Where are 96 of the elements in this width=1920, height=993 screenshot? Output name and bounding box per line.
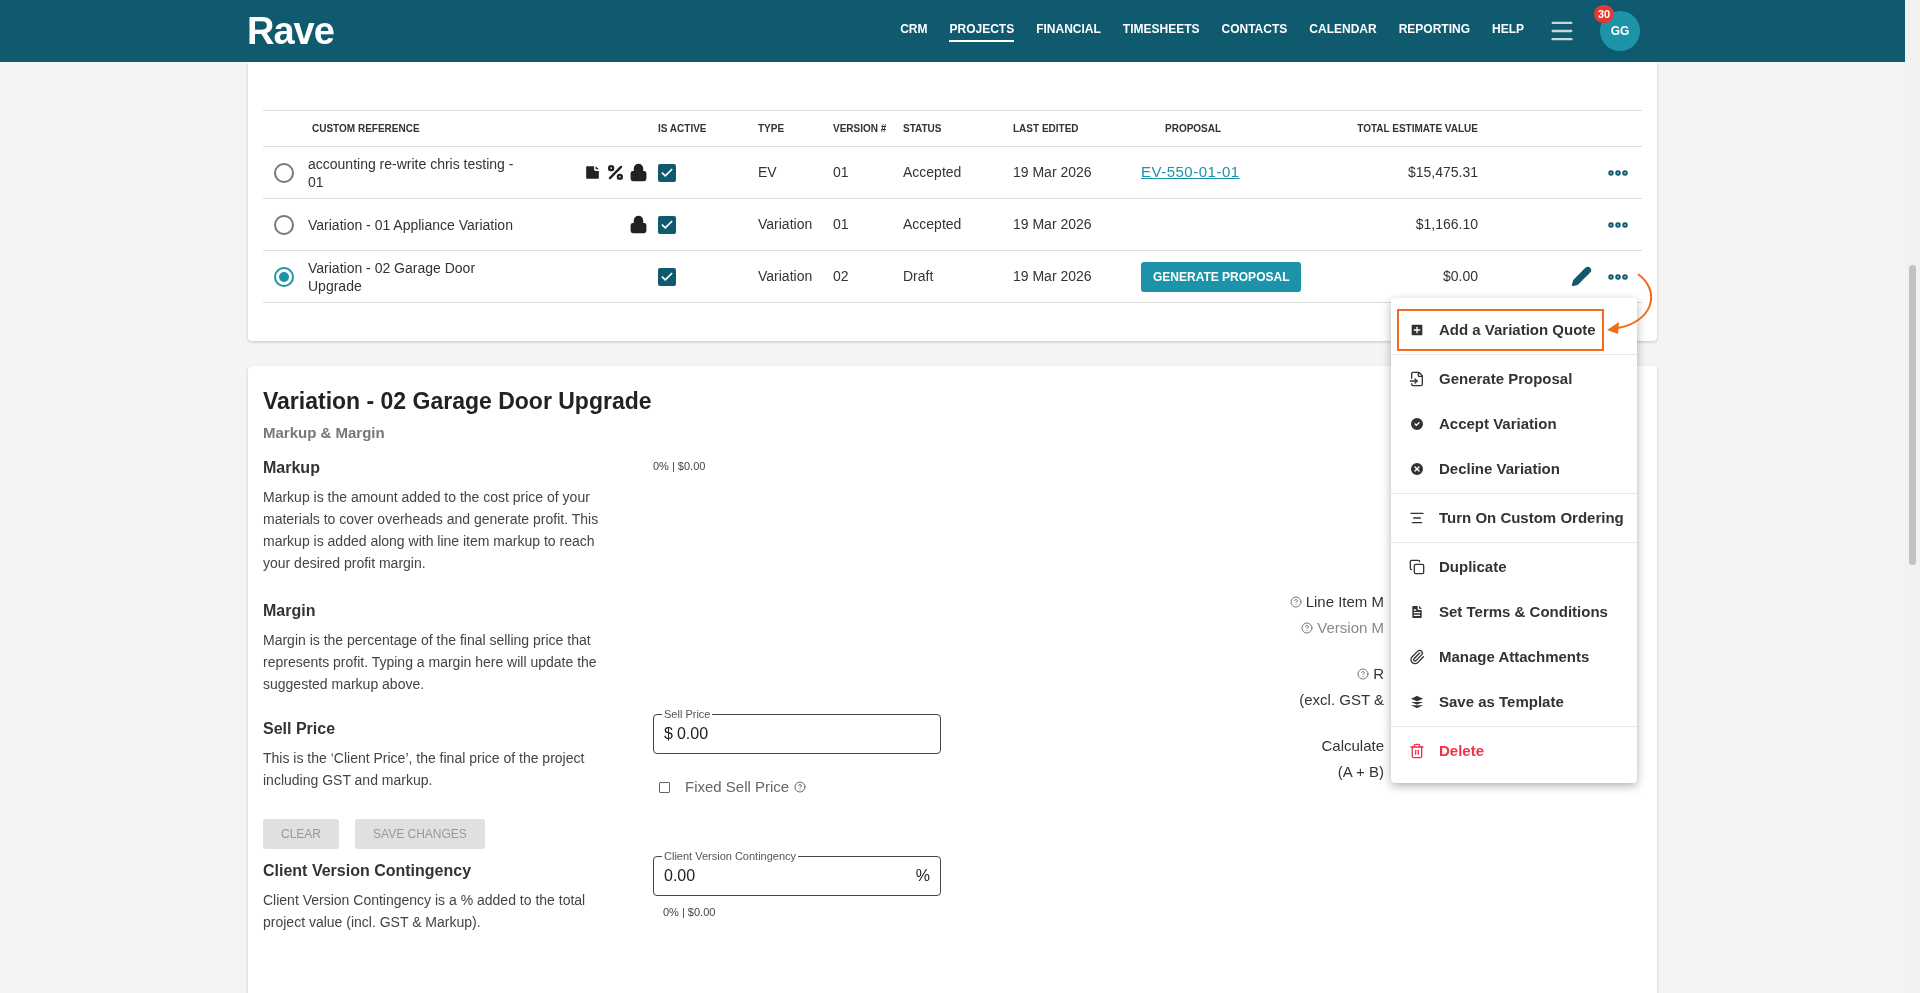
document-icon <box>1409 604 1425 620</box>
menu-item[interactable]: Decline Variation <box>1397 448 1568 490</box>
column-header: STATUS <box>903 122 943 136</box>
date-text: 19 Mar 2026 <box>1013 163 1093 182</box>
status-text: Accepted <box>903 163 963 182</box>
summary-label: Line Item M <box>1305 591 1384 612</box>
version-text: 01 <box>833 163 850 182</box>
panel-subtitle: Markup & Margin <box>263 422 386 443</box>
plus-square-icon <box>1409 322 1425 338</box>
check-circle-icon <box>1409 416 1425 432</box>
help-icon[interactable] <box>1289 596 1302 608</box>
menu-item[interactable]: Generate Proposal <box>1397 358 1581 400</box>
lines-icon <box>1409 510 1425 526</box>
version-text: 02 <box>833 267 850 286</box>
help-icon[interactable] <box>1301 622 1314 634</box>
trash-icon <box>1409 743 1425 759</box>
x-circle-icon <box>1409 461 1425 477</box>
nav-link[interactable]: CALENDAR <box>1309 20 1377 42</box>
section-description: This is the ‘Client Price’, the final price of the project including GST and markup. <box>263 749 586 790</box>
field-suffix: % <box>915 865 930 886</box>
date-text: 19 Mar 2026 <box>1013 267 1093 286</box>
column-header: VERSION # <box>833 122 888 136</box>
summary-label: R <box>1373 663 1384 684</box>
reference-text: accounting re-write chris testing - 01 <box>307 154 515 191</box>
help-icon[interactable] <box>794 781 807 794</box>
panel-title: Variation - 02 Garage Door Upgrade <box>263 387 653 416</box>
proposal-link[interactable]: EV-550-01-01 <box>1141 163 1240 181</box>
generate-proposal-button[interactable]: GENERATE PROPOSAL <box>1141 261 1302 292</box>
type-text: Variation <box>758 215 814 234</box>
menu-item[interactable]: Turn On Custom Ordering <box>1397 497 1632 539</box>
section-description: Markup is the amount added to the cost price of your materials to cover overheads and generate profit. This markup is added along with line item markup to reach your desired profit margin. <box>263 488 600 573</box>
checkbox-label: Fixed Sell Price <box>685 777 790 797</box>
section-description: Client Version Contingency is a % added to the total project value (incl. GST & Markup). <box>263 890 587 932</box>
logo[interactable]: Rave <box>247 2 334 60</box>
menu-item[interactable]: Accept Variation <box>1397 403 1565 445</box>
nav-link[interactable]: CONTACTS <box>1221 20 1288 42</box>
total-value-text: $15,475.31 <box>1406 163 1478 182</box>
menu-item[interactable]: Set Terms & Conditions <box>1397 591 1616 633</box>
version-text: 01 <box>833 215 850 234</box>
column-header: TOTAL ESTIMATE VALUE <box>1356 122 1478 136</box>
menu-item[interactable]: Add a Variation Quote <box>1397 309 1604 351</box>
total-value-text: $0.00 <box>1441 267 1478 286</box>
copy-icon <box>1409 559 1425 575</box>
column-header: CUSTOM REFERENCE <box>311 122 421 136</box>
reference-text: Variation - 01 Appliance Variation <box>307 215 514 234</box>
active-checkbox[interactable] <box>658 215 676 234</box>
summary-label: Version M <box>1317 617 1384 638</box>
nav-link[interactable]: REPORTING <box>1398 20 1470 42</box>
contingency-reading: 0% | $0.00 <box>663 904 717 920</box>
active-checkbox[interactable] <box>658 163 676 182</box>
summary-label: (A + B) <box>1337 761 1384 782</box>
column-header: LAST EDITED <box>1013 122 1080 136</box>
nav-link[interactable]: HELP <box>1492 20 1524 42</box>
column-header: IS ACTIVE <box>658 122 708 136</box>
nav-link[interactable]: FINANCIAL <box>1036 20 1101 42</box>
nav-link[interactable]: PROJECTS <box>949 20 1015 42</box>
status-text: Accepted <box>903 215 963 234</box>
file-arrow-icon <box>1409 371 1425 387</box>
status-text: Draft <box>903 267 935 286</box>
section-heading: Sell Price <box>263 719 337 739</box>
column-header: PROPOSAL <box>1164 122 1223 136</box>
field-value: 0.00 <box>676 724 710 744</box>
type-text: Variation <box>758 267 814 286</box>
section-heading: Markup <box>263 458 321 478</box>
help-icon[interactable] <box>1357 668 1370 680</box>
nav-link[interactable]: TIMESHEETS <box>1122 20 1200 42</box>
menu-item[interactable]: Manage Attachments <box>1397 636 1598 678</box>
radio-button[interactable] <box>274 214 294 235</box>
section-heading: Client Version Contingency <box>263 860 473 881</box>
field-prefix: $ <box>664 724 673 744</box>
radio-button[interactable] <box>274 266 294 287</box>
column-header: TYPE <box>758 122 786 136</box>
table-row[interactable]: Variation - 01 Appliance Variation Variation 01 Accepted 19 Mar 2026 $1,166.10 <box>263 199 1642 251</box>
section-heading: Margin <box>263 601 317 621</box>
markup-reading: 0% | $0.00 <box>653 459 706 474</box>
date-text: 19 Mar 2026 <box>1013 215 1093 234</box>
summary-label: (excl. GST & <box>1299 689 1384 710</box>
pencil-icon[interactable] <box>1571 266 1592 287</box>
total-value-text: $1,166.10 <box>1414 215 1478 234</box>
notification-badge: 30 <box>1594 5 1615 23</box>
type-text: EV <box>758 163 778 182</box>
menu-item[interactable]: Save as Template <box>1397 681 1572 723</box>
paperclip-icon <box>1409 649 1425 665</box>
checkbox[interactable] <box>659 781 670 793</box>
radio-button[interactable] <box>274 162 294 183</box>
menu-item[interactable]: Delete <box>1397 730 1493 772</box>
menu-item[interactable]: Duplicate <box>1397 546 1515 588</box>
active-checkbox[interactable] <box>658 267 676 286</box>
layers-icon <box>1409 694 1425 710</box>
summary-label: Calculate <box>1321 735 1384 756</box>
nav-link[interactable]: CRM <box>900 20 928 42</box>
section-description: Margin is the percentage of the final selling price that represents profit. Typing a margin here will update the suggested markup above. <box>263 631 598 694</box>
table-row[interactable]: accounting re-write chris testing - 01 EV 01 Accepted 19 Mar 2026 EV-550-01-01 $15,475.31 <box>263 147 1642 199</box>
field-value: 0.00 <box>664 865 697 886</box>
field-label: Sell Price <box>662 707 713 721</box>
reference-text: Variation - 02 Garage Door Upgrade <box>307 258 477 295</box>
